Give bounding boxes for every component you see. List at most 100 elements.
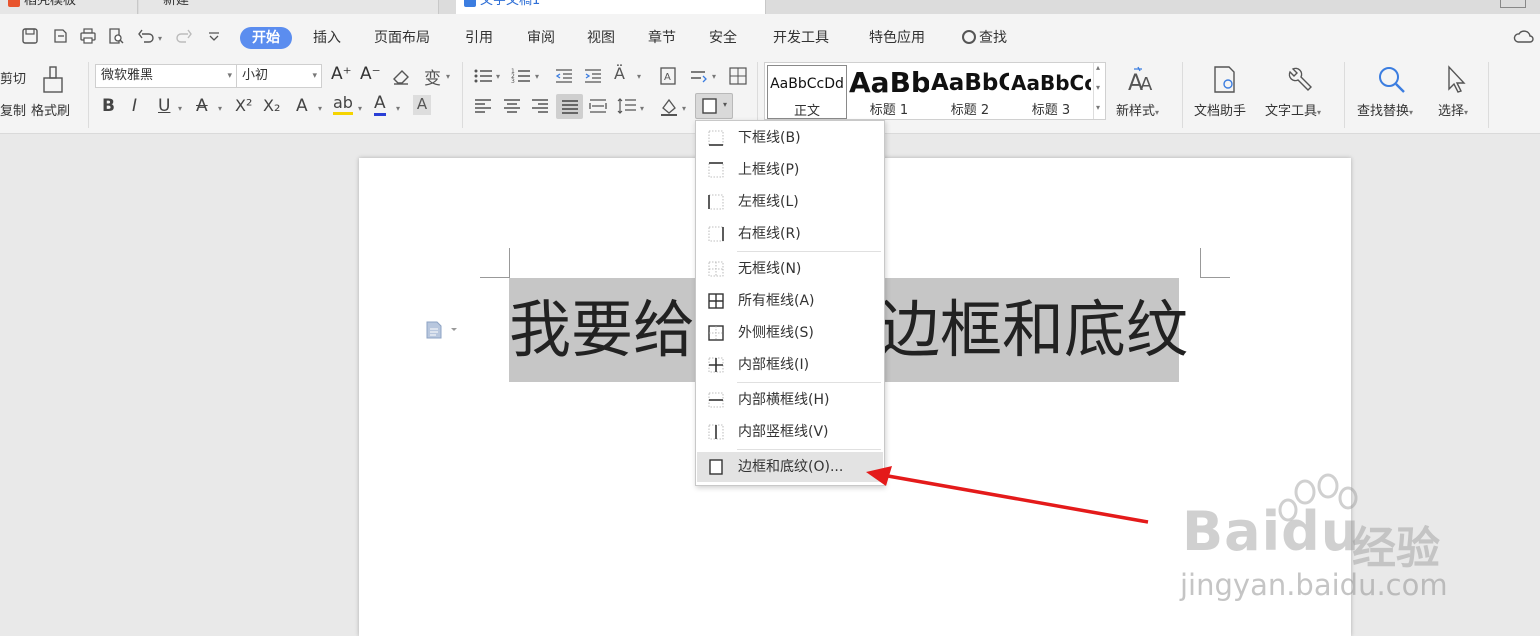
format-painter-button[interactable]: 格式刷 [31,100,70,119]
subscript-icon[interactable]: X₂ [263,96,280,115]
format-painter-icon[interactable] [38,64,68,96]
chevron-down-icon[interactable]: ▾ [682,104,686,113]
border-button[interactable]: ▾ [695,93,733,119]
chevron-down-icon[interactable]: ▾ [446,72,450,81]
customize-toolbar-icon[interactable] [204,26,224,46]
new-style-icon[interactable]: AA [1124,64,1158,94]
style-heading-3[interactable]: AaBbCc 标题 3 [1011,65,1091,119]
menu-view[interactable]: 视图 [587,27,615,49]
save-icon[interactable] [20,26,40,46]
align-right-icon[interactable] [529,95,551,117]
distribute-icon[interactable] [587,95,609,117]
phonetic-guide-icon[interactable]: 变 [424,64,441,89]
select-button[interactable]: 选择▾ [1438,100,1468,119]
shrink-font-icon[interactable]: A⁻ [360,64,381,84]
bullet-list-icon[interactable] [472,65,494,87]
style-heading-2[interactable]: AaBbC 标题 2 [931,65,1009,119]
gallery-scrollbar[interactable]: ▴ ▾ ▾ [1093,63,1105,119]
superscript-icon[interactable]: X² [235,96,252,115]
find-replace-icon[interactable] [1376,64,1408,96]
chinese-layout-icon[interactable]: A [657,65,679,87]
chevron-down-icon[interactable]: ▾ [396,104,400,113]
decrease-indent-icon[interactable] [553,65,575,87]
menu-item-all-borders[interactable]: 所有框线(A) [697,286,883,316]
chevron-down-icon[interactable]: ▾ [1096,83,1100,92]
menu-developer[interactable]: 开发工具 [773,27,829,49]
doc-helper-button[interactable]: 文档助手 [1194,100,1246,119]
tab-document[interactable]: 文字文稿1 [456,0,766,14]
chevron-down-icon[interactable]: ▾ [712,72,716,81]
change-case-icon[interactable]: Ä [614,64,625,83]
undo-dropdown-icon[interactable]: ▾ [158,34,162,43]
redo-icon[interactable] [174,26,194,46]
chevron-down-icon[interactable]: ▾ [637,72,641,81]
menu-item-outside-borders[interactable]: 外侧框线(S) [697,318,883,348]
print-preview-icon[interactable] [106,26,126,46]
menu-item-right-border[interactable]: 右框线(R) [697,219,883,249]
chevron-down-icon[interactable]: ▾ [535,72,539,81]
undo-icon[interactable] [136,26,156,46]
font-name-select[interactable]: 微软雅黑 ▾ [95,64,237,88]
doc-helper-icon[interactable] [1210,64,1240,96]
numbered-list-icon[interactable]: 123 [510,65,532,87]
clear-format-icon[interactable] [390,65,412,87]
chevron-down-icon[interactable]: ▾ [178,104,182,113]
paragraph-layout-icon[interactable] [425,320,457,340]
font-size-select[interactable]: 小初 ▾ [236,64,322,88]
menu-search[interactable]: 查找 [962,27,1007,49]
style-heading-1[interactable]: AaBb 标题 1 [849,65,929,119]
italic-icon[interactable]: I [132,96,137,116]
window-control-icon[interactable] [1500,0,1526,8]
chevron-down-icon[interactable]: ▾ [358,104,362,113]
cut-button[interactable]: 剪切 [0,68,26,87]
output-icon[interactable] [50,26,70,46]
menu-item-bottom-border[interactable]: 下框线(B) [697,123,883,153]
shading-icon[interactable] [658,95,680,117]
bold-icon[interactable]: B [102,96,115,116]
menu-item-borders-and-shading[interactable]: 边框和底纹(O)... [697,452,883,482]
text-tools-icon[interactable] [1284,64,1316,96]
menu-review[interactable]: 审阅 [527,27,555,49]
align-left-icon[interactable] [472,95,494,117]
text-tools-button[interactable]: 文字工具▾ [1265,100,1321,119]
menu-item-inside-vertical-border[interactable]: 内部竖框线(V) [697,417,883,447]
print-icon[interactable] [78,26,98,46]
char-shading-icon[interactable]: A [413,95,431,115]
chevron-down-icon[interactable]: ▾ [496,72,500,81]
cloud-sync-icon[interactable] [1512,27,1536,47]
menu-special-apps[interactable]: 特色应用 [869,27,925,49]
menu-item-inside-horizontal-border[interactable]: 内部横框线(H) [697,385,883,415]
menu-item-inside-borders[interactable]: 内部框线(I) [697,350,883,380]
tab-daoke-template[interactable]: 稻壳模板 [0,0,138,14]
highlight-icon[interactable]: ab [333,94,353,115]
new-style-button[interactable]: 新样式▾ [1116,100,1159,119]
show-marks-icon[interactable] [727,65,749,87]
strikethrough-icon[interactable]: A [196,96,208,116]
menu-insert[interactable]: 插入 [313,27,341,49]
sort-icon[interactable] [688,65,710,87]
grow-font-icon[interactable]: A⁺ [331,64,352,84]
menu-item-no-border[interactable]: 无框线(N) [697,254,883,284]
find-replace-button[interactable]: 查找替换▾ [1357,100,1413,119]
style-gallery[interactable]: AaBbCcDd 正文 AaBb 标题 1 AaBbC 标题 2 AaBbCc … [764,62,1106,120]
line-spacing-icon[interactable] [616,95,638,117]
menu-item-left-border[interactable]: 左框线(L) [697,187,883,217]
menu-references[interactable]: 引用 [465,27,493,49]
chevron-down-icon[interactable]: ▾ [218,104,222,113]
text-effect-icon[interactable]: A [296,96,308,116]
increase-indent-icon[interactable] [582,65,604,87]
menu-home[interactable]: 开始 [240,27,292,49]
menu-chapter[interactable]: 章节 [648,27,676,49]
align-center-icon[interactable] [501,95,523,117]
font-color-icon[interactable]: A [374,94,386,116]
chevron-down-icon[interactable]: ▾ [318,104,322,113]
select-cursor-icon[interactable] [1444,64,1470,96]
justify-button[interactable] [556,94,583,119]
underline-icon[interactable]: U [158,96,170,116]
chevron-down-icon[interactable]: ▾ [640,104,644,113]
menu-item-top-border[interactable]: 上框线(P) [697,155,883,185]
style-normal[interactable]: AaBbCcDd 正文 [767,65,847,119]
menu-security[interactable]: 安全 [709,27,737,49]
menu-page-layout[interactable]: 页面布局 [374,27,430,49]
tab-new[interactable]: 新建 [139,0,439,14]
